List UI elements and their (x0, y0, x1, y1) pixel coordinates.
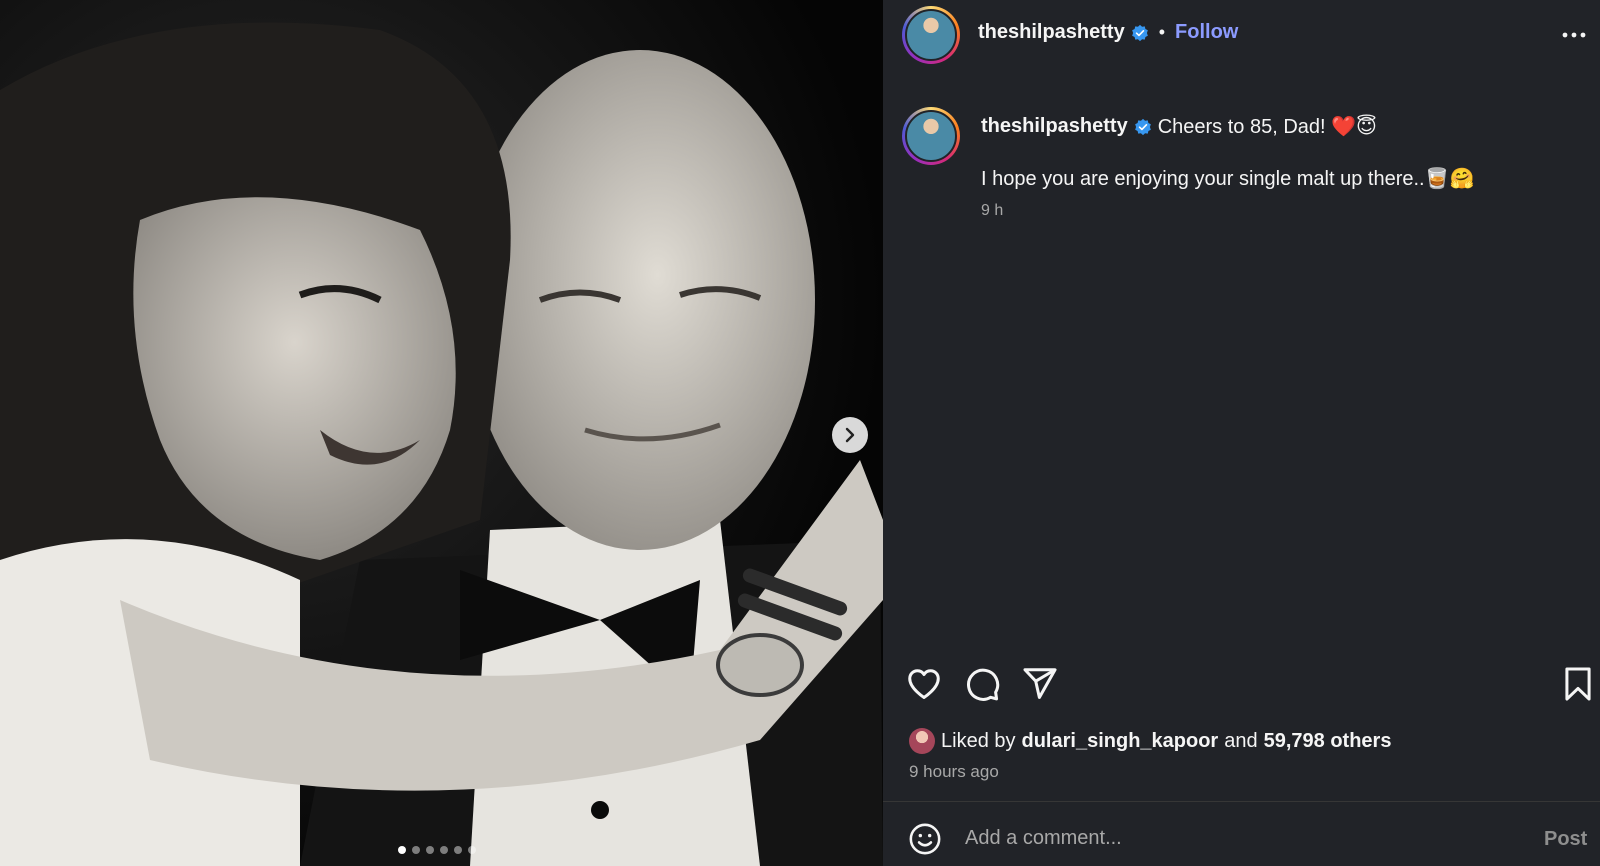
likes-others-count[interactable]: 59,798 others (1264, 730, 1392, 753)
post-photo (0, 0, 883, 866)
more-options-icon (1562, 32, 1586, 38)
separator-dot: • (1158, 22, 1166, 42)
bookmark-icon[interactable] (1559, 665, 1597, 703)
comment-input[interactable] (965, 820, 1505, 856)
post-comment-button[interactable]: Post (1544, 828, 1587, 851)
more-options-button[interactable] (1559, 20, 1589, 50)
comment-bar: Post (883, 801, 1600, 866)
likes-conjunction: and (1224, 729, 1258, 752)
caption-timestamp[interactable]: 9 h (981, 202, 1003, 220)
verified-badge-icon (1131, 24, 1148, 41)
share-icon[interactable] (1021, 665, 1059, 703)
post-media[interactable] (0, 0, 883, 866)
carousel-dot (468, 846, 476, 854)
emoji-icon[interactable] (908, 822, 942, 856)
follow-button[interactable]: Follow (1175, 21, 1238, 44)
next-image-button[interactable] (832, 417, 868, 453)
carousel-indicator (398, 846, 476, 854)
author-username[interactable]: theshilpashetty (978, 21, 1125, 44)
carousel-dot (412, 846, 420, 854)
liker-avatar[interactable] (909, 728, 935, 754)
post-actions (883, 665, 1600, 709)
carousel-dot (398, 846, 406, 854)
caption-username[interactable]: theshilpashetty (981, 115, 1128, 138)
carousel-dot (440, 846, 448, 854)
likes-summary[interactable]: Liked by dulari_singh_kapoor and 59,798 … (909, 728, 1391, 754)
caption-author-avatar[interactable] (902, 107, 960, 165)
post-header: theshilpashetty • Follow (883, 0, 1600, 70)
likes-prefix: Liked by (941, 729, 1016, 752)
caption-text-line1: Cheers to 85, Dad! ❤️😇 (1157, 116, 1377, 138)
author-avatar[interactable] (902, 6, 960, 64)
carousel-dot (454, 846, 462, 854)
verified-badge-icon (1134, 118, 1151, 135)
heart-icon[interactable] (905, 665, 943, 703)
comment-icon[interactable] (963, 665, 1001, 703)
carousel-dot (426, 846, 434, 854)
post-details-panel: theshilpashetty • Follow theshilpashetty (883, 0, 1600, 866)
post-timestamp[interactable]: 9 hours ago (909, 762, 999, 782)
chevron-right-icon (845, 427, 855, 443)
caption-text-line2: I hope you are enjoying your single malt… (981, 168, 1475, 190)
liker-username[interactable]: dulari_singh_kapoor (1022, 730, 1219, 753)
